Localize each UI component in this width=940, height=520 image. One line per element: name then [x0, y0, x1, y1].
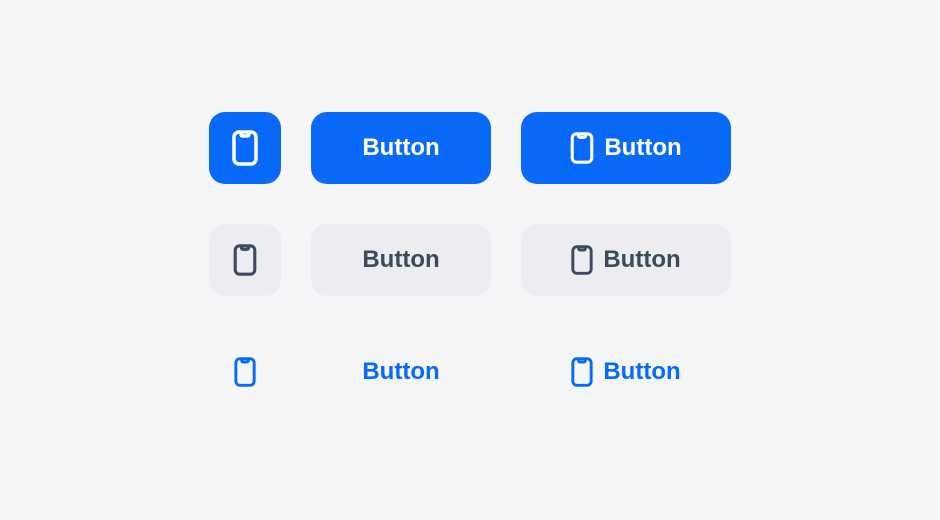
phone-icon [571, 357, 593, 387]
phone-icon [233, 244, 257, 276]
text-row: Button Button [209, 336, 731, 408]
secondary-row: Button Button [209, 224, 731, 296]
secondary-icon-button[interactable] [209, 224, 281, 296]
button-showcase: Button Button Button Button [209, 112, 731, 408]
button-label: Button [604, 134, 681, 162]
primary-icon-text-button[interactable]: Button [521, 112, 731, 184]
primary-icon-button[interactable] [209, 112, 281, 184]
secondary-icon-text-button[interactable]: Button [521, 224, 731, 296]
text-icon-button[interactable] [209, 336, 281, 408]
phone-icon [570, 132, 594, 164]
phone-icon [234, 357, 256, 387]
button-label: Button [362, 358, 439, 386]
phone-icon [571, 245, 593, 275]
text-text-button[interactable]: Button [311, 336, 491, 408]
primary-row: Button Button [209, 112, 731, 184]
button-label: Button [603, 358, 680, 386]
button-label: Button [362, 246, 439, 274]
button-label: Button [603, 246, 680, 274]
primary-text-button[interactable]: Button [311, 112, 491, 184]
button-label: Button [362, 134, 439, 162]
text-icon-text-button[interactable]: Button [521, 336, 731, 408]
secondary-text-button[interactable]: Button [311, 224, 491, 296]
phone-icon [232, 130, 258, 166]
